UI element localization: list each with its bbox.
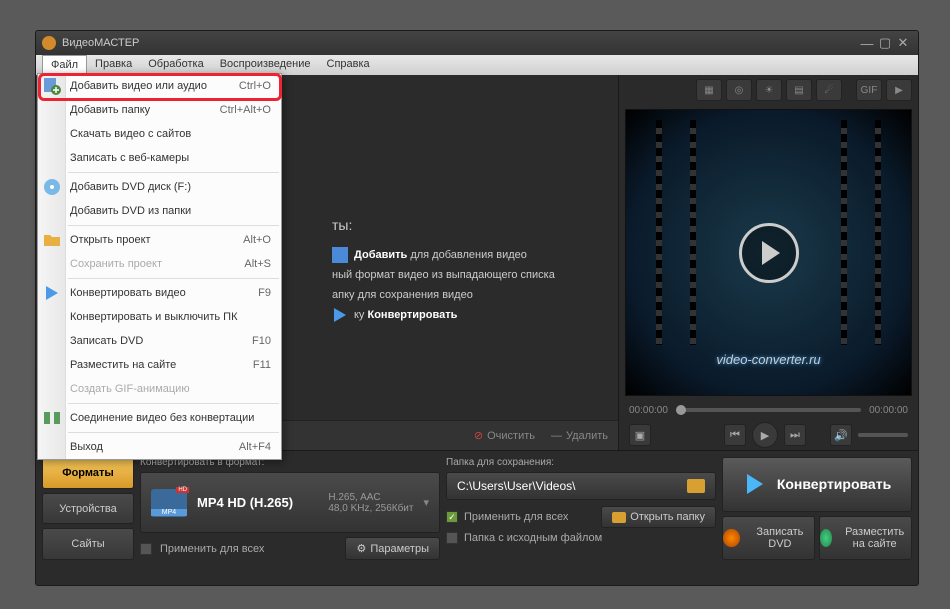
add-icon — [43, 77, 61, 95]
folder-header: Папка для сохранения: — [446, 457, 716, 468]
bottom-panel: Форматы Устройства Сайты Конвертировать … — [36, 450, 918, 566]
menu-bar: Файл Правка Обработка Воспроизведение Сп… — [36, 55, 918, 75]
capture-frame-button[interactable]: ▣ — [629, 424, 651, 446]
menu-item[interactable]: Добавить DVD из папки — [38, 199, 281, 223]
menu-item[interactable]: Конвертировать видеоF9 — [38, 281, 281, 305]
play-button[interactable]: ▶ — [752, 422, 778, 448]
welcome-hints: ты: Добавить для добавления видео ный фо… — [332, 215, 555, 325]
menu-item[interactable]: Добавить папкуCtrl+Alt+O — [38, 98, 281, 122]
maximize-button[interactable]: ▢ — [876, 35, 894, 51]
same-folder-checkbox[interactable] — [446, 532, 458, 544]
disc-icon — [723, 529, 740, 547]
title-bar: ВидеоМАСТЕР — ▢ ✕ — [36, 31, 918, 55]
menu-item: Сохранить проектAlt+S — [38, 252, 281, 276]
menu-help[interactable]: Справка — [319, 55, 378, 75]
dvd-icon — [43, 178, 61, 196]
folder-icon[interactable] — [687, 479, 705, 493]
tab-formats[interactable]: Форматы — [42, 457, 134, 489]
folder-path-box[interactable]: C:\Users\User\Videos\ — [446, 472, 716, 500]
folder-icon — [43, 231, 61, 249]
preview-panel: ▦ ◎ ☀ ▤ ☄ GIF ▶ video-converter.ru 00:00… — [618, 75, 918, 450]
play-overlay-icon[interactable] — [739, 223, 799, 283]
format-selector[interactable]: MP4 HD (H.265) H.265, AAC 48,0 KHz, 256К… — [140, 472, 440, 533]
menu-edit[interactable]: Правка — [87, 55, 140, 75]
menu-item: Создать GIF-анимацию — [38, 377, 281, 401]
app-icon — [42, 36, 56, 50]
play-icon — [43, 284, 61, 302]
convert-button[interactable]: Конвертировать — [722, 457, 912, 512]
menu-item[interactable]: Добавить видео или аудиоCtrl+O — [38, 74, 281, 98]
prev-button[interactable]: ⏮ — [724, 424, 746, 446]
menu-item[interactable]: Разместить на сайтеF11 — [38, 353, 281, 377]
file-dropdown-menu: Добавить видео или аудиоCtrl+OДобавить п… — [37, 73, 282, 460]
folder-section: Папка для сохранения: C:\Users\User\Vide… — [446, 457, 716, 560]
seek-bar-row: 00:00:00 00:00:00 — [619, 400, 918, 420]
publish-button[interactable]: Разместить на сайте — [819, 516, 912, 560]
burn-dvd-button[interactable]: Записать DVD — [722, 516, 815, 560]
menu-item[interactable]: Скачать видео с сайтов — [38, 122, 281, 146]
menu-item[interactable]: Добавить DVD диск (F:) — [38, 175, 281, 199]
close-button[interactable]: ✕ — [894, 35, 912, 51]
watermark: video-converter.ru — [716, 352, 820, 367]
play-icon — [332, 307, 348, 323]
tab-devices[interactable]: Устройства — [42, 493, 134, 525]
actions-section: Конвертировать Записать DVD Разместить н… — [722, 457, 912, 560]
menu-file[interactable]: Файл — [42, 55, 87, 75]
folder-icon — [612, 512, 626, 523]
crop-icon[interactable]: ▦ — [696, 79, 722, 101]
mp4-icon — [151, 489, 187, 517]
menu-item[interactable]: ВыходAlt+F4 — [38, 435, 281, 459]
brightness-icon[interactable]: ☀ — [756, 79, 782, 101]
mute-button[interactable]: 🔊 — [830, 424, 852, 446]
time-current: 00:00:00 — [629, 405, 668, 416]
menu-item[interactable]: Соединение видео без конвертации — [38, 406, 281, 430]
params-button[interactable]: ⚙Параметры — [345, 537, 440, 560]
menu-playback[interactable]: Воспроизведение — [212, 55, 319, 75]
gear-icon: ⚙ — [356, 542, 366, 555]
screenshot-icon[interactable]: ▶ — [886, 79, 912, 101]
clear-button[interactable]: ⊘Очистить — [474, 429, 535, 442]
chevron-down-icon: ▾ — [423, 496, 429, 509]
volume-slider[interactable] — [858, 433, 908, 437]
next-button[interactable]: ⏭ — [784, 424, 806, 446]
menu-item[interactable]: Записать с веб-камеры — [38, 146, 281, 170]
globe-icon — [820, 529, 832, 547]
format-section: Конвертировать в формат: MP4 HD (H.265) … — [140, 457, 440, 560]
speed-icon[interactable]: ☄ — [816, 79, 842, 101]
minimize-button[interactable]: — — [858, 36, 876, 51]
seek-slider[interactable] — [676, 408, 861, 412]
format-name: MP4 HD (H.265) — [197, 495, 318, 510]
tab-sites[interactable]: Сайты — [42, 528, 134, 560]
delete-button[interactable]: —Удалить — [551, 430, 608, 442]
time-total: 00:00:00 — [869, 405, 908, 416]
effect-icon[interactable]: ◎ — [726, 79, 752, 101]
film-strip-icon — [656, 120, 696, 345]
playback-controls: ▣ ⏮ ▶ ⏭ 🔊 — [619, 420, 918, 450]
menu-process[interactable]: Обработка — [140, 55, 211, 75]
gif-icon[interactable]: GIF — [856, 79, 882, 101]
film-icon — [332, 247, 348, 263]
folder-path: C:\Users\User\Videos\ — [457, 479, 677, 493]
hints-title: ты: — [332, 215, 555, 235]
video-preview: video-converter.ru — [625, 109, 912, 396]
menu-item[interactable]: Конвертировать и выключить ПК — [38, 305, 281, 329]
effects-toolbar: ▦ ◎ ☀ ▤ ☄ GIF ▶ — [619, 75, 918, 105]
apply-all-folder-checkbox[interactable] — [446, 511, 458, 523]
menu-item[interactable]: Записать DVDF10 — [38, 329, 281, 353]
convert-icon — [743, 472, 767, 496]
app-title: ВидеоМАСТЕР — [62, 37, 858, 49]
cut-icon[interactable]: ▤ — [786, 79, 812, 101]
menu-item[interactable]: Открыть проектAlt+O — [38, 228, 281, 252]
apply-all-checkbox[interactable] — [140, 543, 152, 555]
format-tabs: Форматы Устройства Сайты — [42, 457, 134, 560]
join-icon — [43, 409, 61, 427]
film-strip-icon — [841, 120, 881, 345]
open-folder-button[interactable]: Открыть папку — [601, 506, 716, 528]
